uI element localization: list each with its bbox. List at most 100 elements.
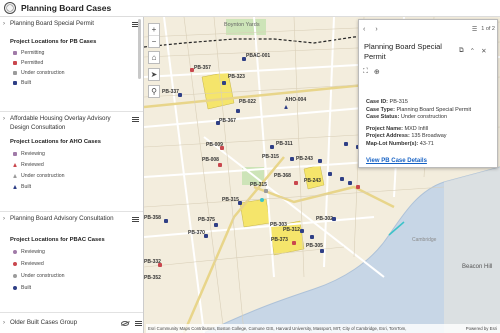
project-marker[interactable] <box>158 263 162 267</box>
popup-header: ‹ › ☰ 1 of 2 <box>359 20 499 38</box>
layer-group-title[interactable]: Planning Board Special Permit <box>10 20 129 29</box>
permitting-symbol-icon <box>13 51 17 55</box>
project-marker[interactable] <box>242 57 246 61</box>
project-label[interactable]: PB-311 <box>276 141 293 147</box>
powered-by-text[interactable]: Powered by Esri <box>466 326 500 331</box>
home-icon[interactable]: ⌂ <box>149 52 159 63</box>
legend-label: Reviewing <box>21 151 45 157</box>
project-marker[interactable] <box>310 235 314 239</box>
chevron-right-icon[interactable]: › <box>3 319 10 328</box>
project-label[interactable]: PB-008 <box>202 157 219 163</box>
selected-highlight[interactable] <box>260 198 264 202</box>
chevron-right-icon[interactable]: › <box>3 20 10 29</box>
field-case-id: Case ID: PB-315 <box>366 99 408 105</box>
project-marker[interactable] <box>328 172 332 176</box>
project-marker[interactable] <box>178 93 182 97</box>
locate-icon[interactable]: ➤ <box>149 69 159 80</box>
project-label[interactable]: PB-375 <box>198 217 215 223</box>
project-marker[interactable] <box>238 201 242 205</box>
older-built-cases-row[interactable]: › Older Built Cases Group <box>0 312 143 333</box>
pager-count: 1 of 2 <box>481 26 495 32</box>
visibility-off-icon[interactable] <box>121 320 129 326</box>
project-marker[interactable] <box>236 109 240 113</box>
zoom-out-button[interactable]: − <box>149 36 159 47</box>
field-project-address: Project Address: 135 Broadway <box>366 133 447 139</box>
project-marker[interactable] <box>292 241 296 245</box>
legend-label: Built <box>21 285 32 291</box>
legend-label: Under construction <box>21 70 65 76</box>
search-icon[interactable]: ⚲ <box>149 86 159 97</box>
layer-options-icon[interactable] <box>131 115 140 124</box>
project-label[interactable]: PB-337 <box>162 89 179 95</box>
collapse-icon[interactable]: ⌃ <box>470 47 475 55</box>
project-marker[interactable] <box>300 229 304 233</box>
reviewing-symbol-icon <box>13 250 17 254</box>
close-icon[interactable]: ✕ <box>481 47 486 55</box>
project-label[interactable]: PB-315 <box>222 197 239 203</box>
project-marker[interactable] <box>270 145 274 149</box>
project-label[interactable]: PB-315 <box>262 154 279 160</box>
project-label[interactable]: PB-370 <box>188 230 205 236</box>
dock-icon[interactable]: ⧉ <box>459 47 464 55</box>
under-construction-symbol-icon <box>13 274 17 278</box>
chevron-right-icon[interactable]: › <box>3 215 10 224</box>
project-marker[interactable] <box>340 177 344 181</box>
reviewed-symbol-icon <box>13 262 17 266</box>
built-symbol-icon <box>13 81 17 85</box>
project-label[interactable]: PB-315 <box>250 182 267 188</box>
project-label[interactable]: AHO-004 <box>285 97 306 103</box>
project-label[interactable]: PB-358 <box>144 215 161 221</box>
project-marker[interactable] <box>290 157 294 161</box>
chevron-right-icon[interactable]: › <box>3 115 10 124</box>
project-label[interactable]: PBAC-001 <box>246 53 270 59</box>
project-marker[interactable] <box>216 121 220 125</box>
project-marker[interactable] <box>190 68 194 72</box>
project-label[interactable]: PB-373 <box>271 237 288 243</box>
layer-group-title[interactable]: Older Built Cases Group <box>10 319 121 328</box>
project-label[interactable]: PB-352 <box>144 275 161 281</box>
project-label[interactable]: PB-368 <box>274 173 291 179</box>
next-feature-button[interactable]: › <box>375 26 377 33</box>
project-label[interactable]: PB-022 <box>239 99 256 105</box>
project-marker[interactable] <box>294 181 298 185</box>
project-marker[interactable] <box>320 249 324 253</box>
project-label[interactable]: PB-243 <box>296 156 313 162</box>
legend-label: Under construction <box>21 173 65 179</box>
popup-title: Planning Board Special Permit <box>364 42 442 61</box>
layer-list-panel: › Planning Board Special Permit Project … <box>0 17 144 333</box>
layer-options-icon[interactable] <box>131 215 140 224</box>
legend-label: Reviewing <box>21 249 45 255</box>
selected-project-marker[interactable] <box>264 189 268 193</box>
place-label: Boynton Yards <box>224 22 260 28</box>
previous-feature-button[interactable]: ‹ <box>363 26 365 33</box>
layer-group-title[interactable]: Affordable Housing Overlay Advisory Desi… <box>10 115 129 132</box>
project-label[interactable]: PB-312 <box>283 227 300 233</box>
project-label[interactable]: PB-323 <box>228 74 245 80</box>
project-marker[interactable] <box>348 181 352 185</box>
project-marker[interactable] <box>164 219 168 223</box>
project-marker[interactable] <box>220 146 224 150</box>
project-marker[interactable] <box>344 142 348 146</box>
select-feature-icon[interactable]: ⛶ <box>363 68 368 76</box>
app-title: Planning Board Cases <box>21 3 112 13</box>
view-case-details-link[interactable]: View PB Case Details <box>366 158 427 164</box>
project-marker[interactable] <box>222 81 226 85</box>
project-label[interactable]: PB-243 <box>304 178 321 184</box>
project-marker[interactable] <box>318 159 322 163</box>
project-marker[interactable] <box>214 223 218 227</box>
project-label[interactable]: PB-357 <box>194 65 211 71</box>
project-marker[interactable] <box>218 163 222 167</box>
project-marker[interactable] <box>204 234 208 238</box>
zoom-to-icon[interactable]: ⊕ <box>374 68 380 76</box>
project-label[interactable]: PB-367 <box>219 118 236 124</box>
project-label[interactable]: PB-302 <box>316 216 333 222</box>
home-control: ⌂ <box>148 51 160 64</box>
zoom-in-button[interactable]: + <box>149 24 159 35</box>
zoom-controls: + − <box>148 23 160 48</box>
project-marker[interactable] <box>356 185 360 189</box>
layer-options-icon[interactable] <box>134 319 143 328</box>
project-marker[interactable] <box>332 217 336 221</box>
layer-group-title[interactable]: Planning Board Advisory Consultation <box>10 215 129 224</box>
feature-list-icon[interactable]: ☰ <box>472 26 477 33</box>
sidebar-scrollbar[interactable] <box>138 19 141 79</box>
